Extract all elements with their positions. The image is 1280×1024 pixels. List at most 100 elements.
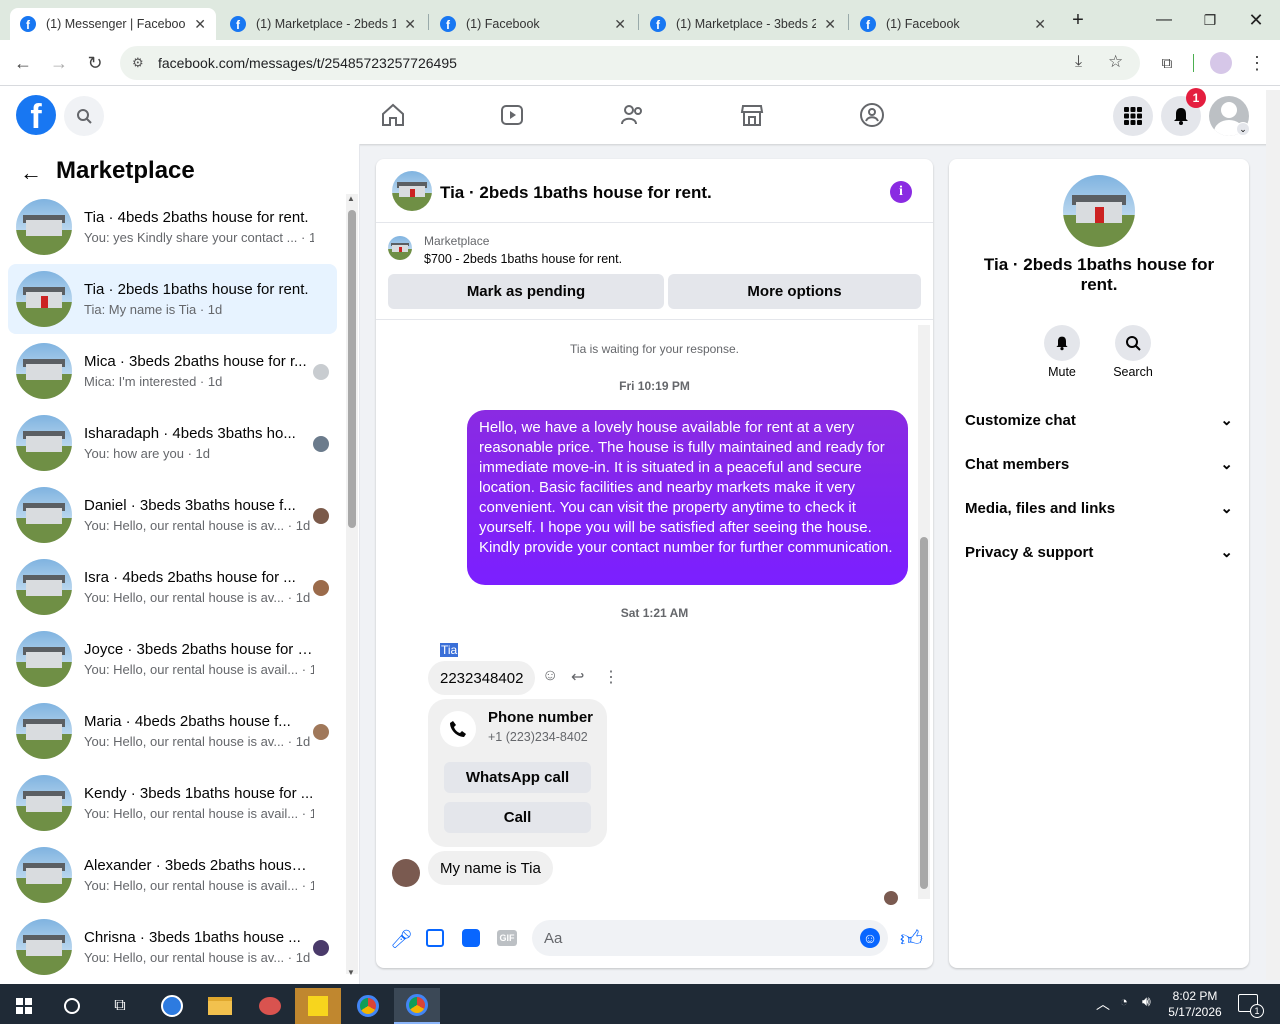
friends-icon[interactable] [616, 99, 648, 131]
clock[interactable]: 8:02 PM 5/17/2026 [1160, 988, 1230, 1020]
sender-avatar[interactable] [392, 859, 420, 887]
scroll-down-arrow-icon[interactable]: ▼ [347, 968, 355, 977]
windows-start-icon[interactable] [2, 988, 46, 1024]
like-thumb-icon[interactable]: 👍︎ [900, 925, 923, 952]
more-actions-icon[interactable]: ⋮ [603, 667, 619, 687]
close-window-icon[interactable]: ✕ [1236, 8, 1276, 32]
microphone-icon[interactable]: 🎤︎ [390, 929, 413, 950]
sticker-icon[interactable] [462, 929, 480, 947]
back-arrow-icon[interactable]: ← [20, 160, 42, 186]
chat-title[interactable]: Tia · 2beds 1baths house for rent. [440, 183, 712, 203]
conversation-thumbnail [16, 415, 72, 471]
mark-as-pending-button[interactable]: Mark as pending [388, 274, 664, 309]
browser-menu-icon[interactable]: ⋮ [1244, 50, 1270, 76]
incoming-message-bubble[interactable]: My name is Tia [428, 851, 553, 885]
conversation-item[interactable]: Chrisna · 3beds 1baths house ... You: Hel… [8, 912, 337, 982]
paint-app-icon[interactable] [248, 988, 292, 1024]
phone-card-title: Phone number [488, 709, 594, 726]
install-app-icon[interactable]: ⤓ [1075, 53, 1082, 71]
incoming-message-bubble[interactable]: 2232348402 [428, 661, 536, 695]
page-scrollbar[interactable] [1266, 90, 1280, 980]
new-tab-icon[interactable]: + [1058, 8, 1098, 32]
site-info-icon[interactable]: ⚙ [132, 55, 144, 71]
close-tab-icon[interactable]: ✕ [404, 16, 416, 33]
close-tab-icon[interactable]: ✕ [614, 16, 626, 33]
restore-icon[interactable]: ❐ [1190, 8, 1230, 32]
react-emoji-icon[interactable]: ☺ [542, 667, 558, 685]
facebook-logo-icon[interactable]: f [16, 95, 56, 135]
profile-icon[interactable] [1210, 52, 1232, 74]
address-bar[interactable]: ⚙ facebook.com/messages/t/25485723257726… [120, 46, 1140, 80]
forward-icon[interactable]: → [46, 50, 72, 76]
emoji-icon[interactable]: ☺ [860, 928, 880, 948]
call-button[interactable]: Call [444, 802, 591, 833]
browser-tab-marketplace-2beds[interactable]: f (1) Marketplace - 2beds 1b ✕ [220, 8, 426, 40]
chevron-down-icon: ⌄ [1220, 456, 1233, 473]
groups-icon[interactable] [856, 99, 888, 131]
browser-tab-facebook[interactable]: f (1) Facebook ✕ [430, 8, 636, 40]
search-icon[interactable] [64, 96, 104, 136]
menu-grid-icon[interactable] [1113, 96, 1153, 136]
section-customize-chat[interactable]: Customize chat ⌄ [965, 405, 1233, 435]
marketplace-icon[interactable] [736, 99, 768, 131]
gif-icon[interactable]: GIF [497, 930, 517, 946]
network-icon[interactable]: ◔ [1120, 994, 1128, 1009]
conversation-item[interactable]: Isharadaph · 4beds 3baths ho... You: how … [8, 408, 337, 478]
listing-thumbnail[interactable] [388, 236, 412, 260]
browser-tab-facebook-2[interactable]: f (1) Facebook ✕ [850, 8, 1056, 40]
photo-icon[interactable] [426, 929, 444, 947]
conversation-item[interactable]: Joyce · 3beds 2baths house for r... You: … [8, 624, 337, 694]
chrome-active-icon[interactable] [394, 988, 440, 1024]
tab-search-icon[interactable]: ⧉ [1154, 50, 1180, 76]
conversation-item[interactable]: Tia · 4beds 2baths house for rent. You: y… [8, 192, 337, 262]
conversation-item[interactable]: Isra · 4beds 2baths house for ... You: He… [8, 552, 337, 622]
file-explorer-icon[interactable] [198, 988, 242, 1024]
conversation-item[interactable]: Alexander · 3beds 2baths house ... You: H… [8, 840, 337, 910]
search-circle-icon[interactable] [50, 988, 94, 1024]
home-icon[interactable] [377, 99, 409, 131]
section-chat-members[interactable]: Chat members ⌄ [965, 449, 1233, 479]
mute-label: Mute [1048, 365, 1076, 379]
minimize-icon[interactable]: — [1144, 8, 1184, 32]
chat-scrollbar-thumb[interactable] [920, 537, 928, 889]
browser-tab-messenger[interactable]: f (1) Messenger | Facebook ✕ [10, 8, 216, 40]
task-view-icon[interactable]: ⧉ [98, 988, 142, 1024]
close-tab-icon[interactable]: ✕ [824, 16, 836, 33]
conversation-item[interactable]: Kendy · 3beds 1baths house for ... You: H… [8, 768, 337, 838]
volume-icon[interactable]: 🔊︎ [1142, 993, 1151, 1010]
info-avatar[interactable] [1063, 175, 1135, 247]
reload-icon[interactable]: ↻ [82, 50, 108, 76]
mute-bell-icon[interactable] [1044, 325, 1080, 361]
search-conversation-icon[interactable] [1115, 325, 1151, 361]
conversation-item[interactable]: Tia · 2beds 1baths house for rent. Tia: M… [8, 264, 337, 334]
chrome-icon[interactable] [346, 988, 390, 1024]
facebook-header: f 1 ⌄ [0, 86, 1280, 144]
tray-chevron-icon[interactable]: ︿ [1096, 994, 1110, 1014]
scroll-up-arrow-icon[interactable]: ▲ [347, 194, 355, 203]
more-options-button[interactable]: More options [668, 274, 921, 309]
section-media-files-links[interactable]: Media, files and links ⌄ [965, 493, 1233, 523]
conversation-item[interactable]: Daniel · 3beds 3baths house f... You: Hel… [8, 480, 337, 550]
reply-icon[interactable]: ↩ [571, 667, 584, 687]
section-privacy-support[interactable]: Privacy & support ⌄ [965, 537, 1233, 567]
close-tab-icon[interactable]: ✕ [1034, 16, 1046, 33]
conversation-item[interactable]: Mica · 3beds 2baths house for r... Mica: … [8, 336, 337, 406]
message-input[interactable]: Aa ☺ [532, 920, 888, 956]
chat-avatar[interactable] [392, 171, 432, 211]
security-app-icon[interactable] [150, 988, 194, 1024]
info-icon[interactable]: i [890, 181, 912, 203]
back-icon[interactable]: ← [10, 50, 36, 76]
browser-tab-marketplace-3beds[interactable]: f (1) Marketplace - 3beds 2b ✕ [640, 8, 846, 40]
sidebar-scrollbar-thumb[interactable] [348, 210, 356, 528]
conversation-name: Joyce · 3beds 2baths house for r... [84, 641, 314, 658]
close-tab-icon[interactable]: ✕ [194, 16, 206, 33]
sticky-notes-icon[interactable] [295, 988, 341, 1024]
whatsapp-call-button[interactable]: WhatsApp call [444, 762, 591, 793]
listing-title[interactable]: $700 - 2beds 1baths house for rent. [424, 252, 622, 266]
read-receipt-avatar [313, 508, 329, 524]
account-chevron-icon[interactable]: ⌄ [1236, 122, 1250, 136]
video-icon[interactable] [496, 99, 528, 131]
outgoing-message-bubble[interactable]: Hello, we have a lovely house available … [467, 410, 908, 585]
conversation-item[interactable]: Maria · 4beds 2baths house f... You: Hell… [8, 696, 337, 766]
bookmark-star-icon[interactable]: ☆ [1108, 52, 1123, 72]
